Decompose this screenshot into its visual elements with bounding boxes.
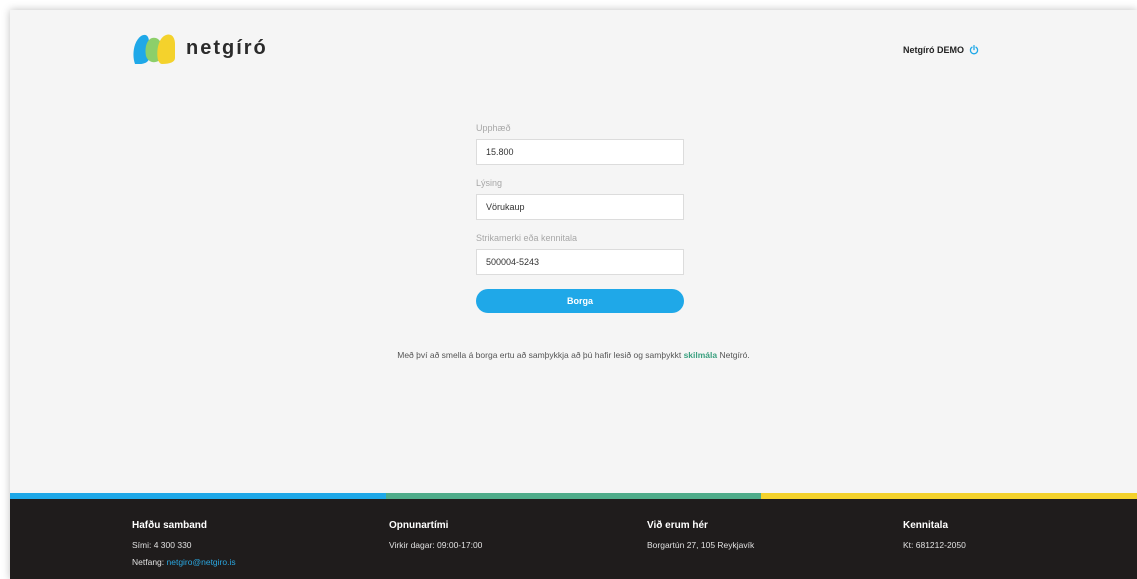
description-input[interactable] [476,194,684,220]
footer-phone: Sími: 4 300 330 [132,540,192,550]
power-icon[interactable] [969,45,979,55]
terms-text-after: Netgíró. [717,350,750,360]
footer-location-text: Borgartún 27, 105 Reykjavík [647,540,755,550]
footer-hours: Opnunartími Virkir dagar: 09:00-17:00 [389,520,482,557]
footer-id-text: Kt: 681212-2050 [903,540,966,550]
pay-button[interactable]: Borga [476,289,684,313]
terms-text-before: Með því að smella á borga ertu að samþyk… [397,350,684,360]
footer-hours-heading: Opnunartími [389,520,449,531]
payment-form: Upphæð Lýsing Strikamerki eða kennitala … [476,122,684,313]
user-name: Netgíró DEMO [902,45,964,55]
footer-location: Við erum hér Borgartún 27, 105 Reykjavík [647,520,754,557]
footer-hours-text: Virkir dagar: 09:00-17:00 [389,540,483,550]
footer-email-line: Netfang: netgiro@netgiro.is [132,557,236,567]
netgiro-logo-icon [133,34,175,64]
amount-input[interactable] [476,139,684,165]
header: netgíró Netgíró DEMO [10,10,1137,90]
footer-location-heading: Við erum hér [647,520,708,531]
app-window: netgíró Netgíró DEMO Upphæð Lýsing Strik… [10,10,1137,579]
footer: Hafðu samband Sími: 4 300 330 Netfang: n… [10,499,1137,579]
footer-email-link[interactable]: netgiro@netgiro.is [167,557,236,567]
barcode-input[interactable] [476,249,684,275]
footer-email-prefix: Netfang: [132,557,167,567]
logo[interactable]: netgíró [132,34,268,64]
description-label: Lýsing [476,178,503,188]
footer-contact-heading: Hafðu samband [132,520,208,531]
brand-name: netgíró [186,36,268,59]
barcode-label: Strikamerki eða kennitala [476,233,578,243]
footer-contact: Hafðu samband Sími: 4 300 330 Netfang: n… [132,520,236,574]
amount-label: Upphæð [476,123,511,133]
user-menu[interactable]: Netgíró DEMO [903,45,979,55]
terms-link[interactable]: skilmála [684,350,718,360]
footer-id: Kennitala Kt: 681212-2050 [903,520,966,557]
footer-id-heading: Kennitala [903,520,949,531]
terms-text: Með því að smella á borga ertu að samþyk… [10,350,1137,360]
